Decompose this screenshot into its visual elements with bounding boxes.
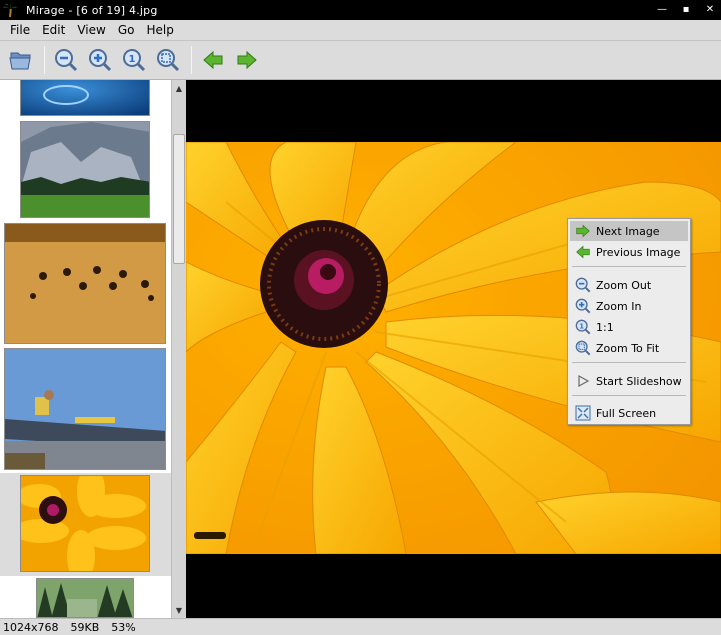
menu-item-full-screen[interactable]: Full Screen [570, 403, 688, 423]
status-bar: 1024x768 59KB 53% [0, 618, 721, 635]
context-menu: Next Image Previous Image Zoom Out Zoom … [567, 218, 691, 425]
toolbar-separator [44, 46, 45, 74]
open-button[interactable] [6, 45, 36, 75]
scroll-up-arrow-icon[interactable]: ▲ [172, 81, 186, 95]
menu-item-label: Zoom Out [596, 278, 652, 292]
zoom-fit-icon [573, 339, 593, 357]
previous-image-button[interactable] [198, 45, 228, 75]
zoom-1-1-button[interactable]: 1 [119, 45, 149, 75]
menu-bar: File Edit View Go Help [0, 20, 721, 41]
next-arrow-icon [237, 50, 257, 70]
play-icon [573, 372, 593, 390]
zoom-1-1-icon: 1 [573, 318, 593, 336]
menu-edit[interactable]: Edit [36, 20, 71, 41]
palm-tree-app-icon [0, 0, 20, 20]
previous-arrow-icon [573, 243, 593, 261]
thumbnail-roof-workers[interactable] [4, 348, 166, 470]
menu-item-start-slideshow[interactable]: Start Slideshow [570, 371, 688, 391]
zoom-1-1-icon: 1 [123, 49, 146, 72]
minimize-button[interactable]: — [657, 0, 667, 20]
zoom-in-icon [89, 49, 112, 72]
zoom-in-icon [573, 297, 593, 315]
menu-item-next-image[interactable]: Next Image [570, 221, 688, 241]
zoom-in-button[interactable] [85, 45, 115, 75]
zoom-fit-button[interactable] [153, 45, 183, 75]
toolbar: 1 [0, 41, 721, 80]
menu-item-label: Previous Image [596, 245, 681, 259]
toolbar-separator [191, 46, 192, 74]
menu-view[interactable]: View [71, 20, 111, 41]
zoom-fit-icon [157, 49, 180, 72]
thumbnail-pane[interactable] [0, 80, 171, 618]
fullscreen-icon [573, 404, 593, 422]
menu-separator [572, 395, 686, 396]
svg-text:1: 1 [129, 54, 136, 65]
thumbnail-flower-selected[interactable] [0, 473, 171, 576]
thumbnail-water-drop[interactable] [20, 80, 150, 116]
status-resolution: 1024x768 [3, 620, 59, 634]
menu-item-zoom-out[interactable]: Zoom Out [570, 275, 688, 295]
menu-item-zoom-1-1[interactable]: 1 1:1 [570, 317, 688, 337]
zoom-out-button[interactable] [51, 45, 81, 75]
maximize-button[interactable]: ▪ [681, 0, 691, 20]
thumbnail-forest[interactable] [36, 578, 134, 618]
menu-separator [572, 362, 686, 363]
menu-item-label: Zoom In [596, 299, 642, 313]
menu-item-zoom-in[interactable]: Zoom In [570, 296, 688, 316]
status-zoom: 53% [111, 620, 136, 634]
zoom-out-icon [55, 49, 78, 72]
menu-item-label: Start Slideshow [596, 374, 682, 388]
scrollbar-thumb[interactable] [173, 134, 185, 264]
svg-text:1: 1 [579, 322, 584, 330]
thumbnail-scrollbar[interactable]: ▲ ▼ [171, 80, 186, 618]
window-title: Mirage - [6 of 19] 4.jpg [26, 3, 158, 17]
menu-item-zoom-to-fit[interactable]: Zoom To Fit [570, 338, 688, 358]
status-filesize: 59KB [70, 620, 100, 634]
previous-arrow-icon [203, 50, 223, 70]
zoom-out-icon [573, 276, 593, 294]
next-image-button[interactable] [232, 45, 262, 75]
scroll-down-arrow-icon[interactable]: ▼ [172, 603, 186, 617]
menu-item-previous-image[interactable]: Previous Image [570, 242, 688, 262]
thumbnail-wood-holes[interactable] [4, 223, 166, 344]
title-bar: Mirage - [6 of 19] 4.jpg — ▪ ✕ [0, 0, 721, 20]
menu-item-label: Next Image [596, 224, 660, 238]
menu-help[interactable]: Help [140, 20, 179, 41]
menu-item-label: Zoom To Fit [596, 341, 660, 355]
next-arrow-icon [573, 222, 593, 240]
menu-file[interactable]: File [4, 20, 36, 41]
menu-item-label: Full Screen [596, 406, 657, 420]
thumbnail-mountain[interactable] [20, 121, 150, 218]
menu-separator [572, 266, 686, 267]
menu-go[interactable]: Go [112, 20, 141, 41]
folder-open-icon [9, 52, 31, 70]
close-button[interactable]: ✕ [705, 0, 715, 20]
menu-item-label: 1:1 [596, 320, 614, 334]
